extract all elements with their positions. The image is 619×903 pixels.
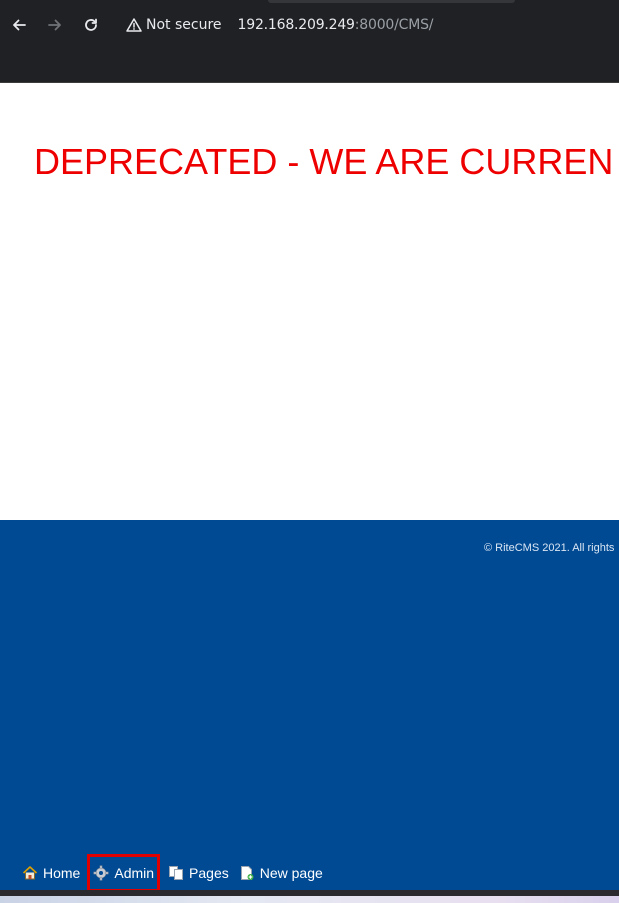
copyright-text: © RiteCMS 2021. All rights	[484, 542, 615, 554]
pages-icon	[169, 866, 184, 880]
new-page-label: New page	[259, 865, 323, 881]
admin-label: Admin	[114, 865, 155, 881]
new-page-icon	[240, 866, 254, 880]
security-label: Not secure	[146, 17, 222, 33]
forward-button[interactable]	[44, 14, 66, 36]
url-text[interactable]: 192.168.209.249:8000/CMS/	[238, 17, 434, 33]
url-host: 192.168.209.249	[237, 17, 355, 33]
page-footer: © RiteCMS 2021. All rights Home Admin Pa…	[0, 520, 619, 890]
admin-link[interactable]: Admin	[87, 854, 161, 890]
security-chip[interactable]: Not secure	[116, 17, 222, 33]
reload-button[interactable]	[80, 14, 102, 36]
pages-label: Pages	[189, 865, 229, 881]
back-button[interactable]	[8, 14, 30, 36]
bookmarks-bar	[0, 44, 619, 82]
deprecation-notice: DEPRECATED - WE ARE CURREN	[34, 141, 614, 182]
taskbar-edge	[0, 890, 619, 903]
pages-link[interactable]: Pages	[164, 858, 233, 888]
warning-icon	[126, 18, 142, 32]
page-content: DEPRECATED - WE ARE CURREN	[0, 83, 619, 520]
browser-toolbar: Not secure 192.168.209.249:8000/CMS/	[0, 0, 619, 83]
address-bar[interactable]: Not secure 192.168.209.249:8000/CMS/	[116, 8, 619, 42]
new-page-link[interactable]: New page	[235, 858, 327, 888]
home-icon	[22, 866, 38, 880]
home-link[interactable]: Home	[22, 858, 84, 888]
home-label: Home	[43, 865, 81, 881]
arrow-right-icon	[48, 19, 61, 31]
admin-toolbar: Home Admin Pages New page	[22, 854, 329, 890]
reload-icon	[85, 18, 97, 31]
arrow-left-icon	[13, 19, 26, 31]
gear-icon	[93, 865, 109, 881]
url-path: :8000/CMS/	[354, 17, 434, 33]
active-tab-edge[interactable]	[268, 0, 515, 3]
